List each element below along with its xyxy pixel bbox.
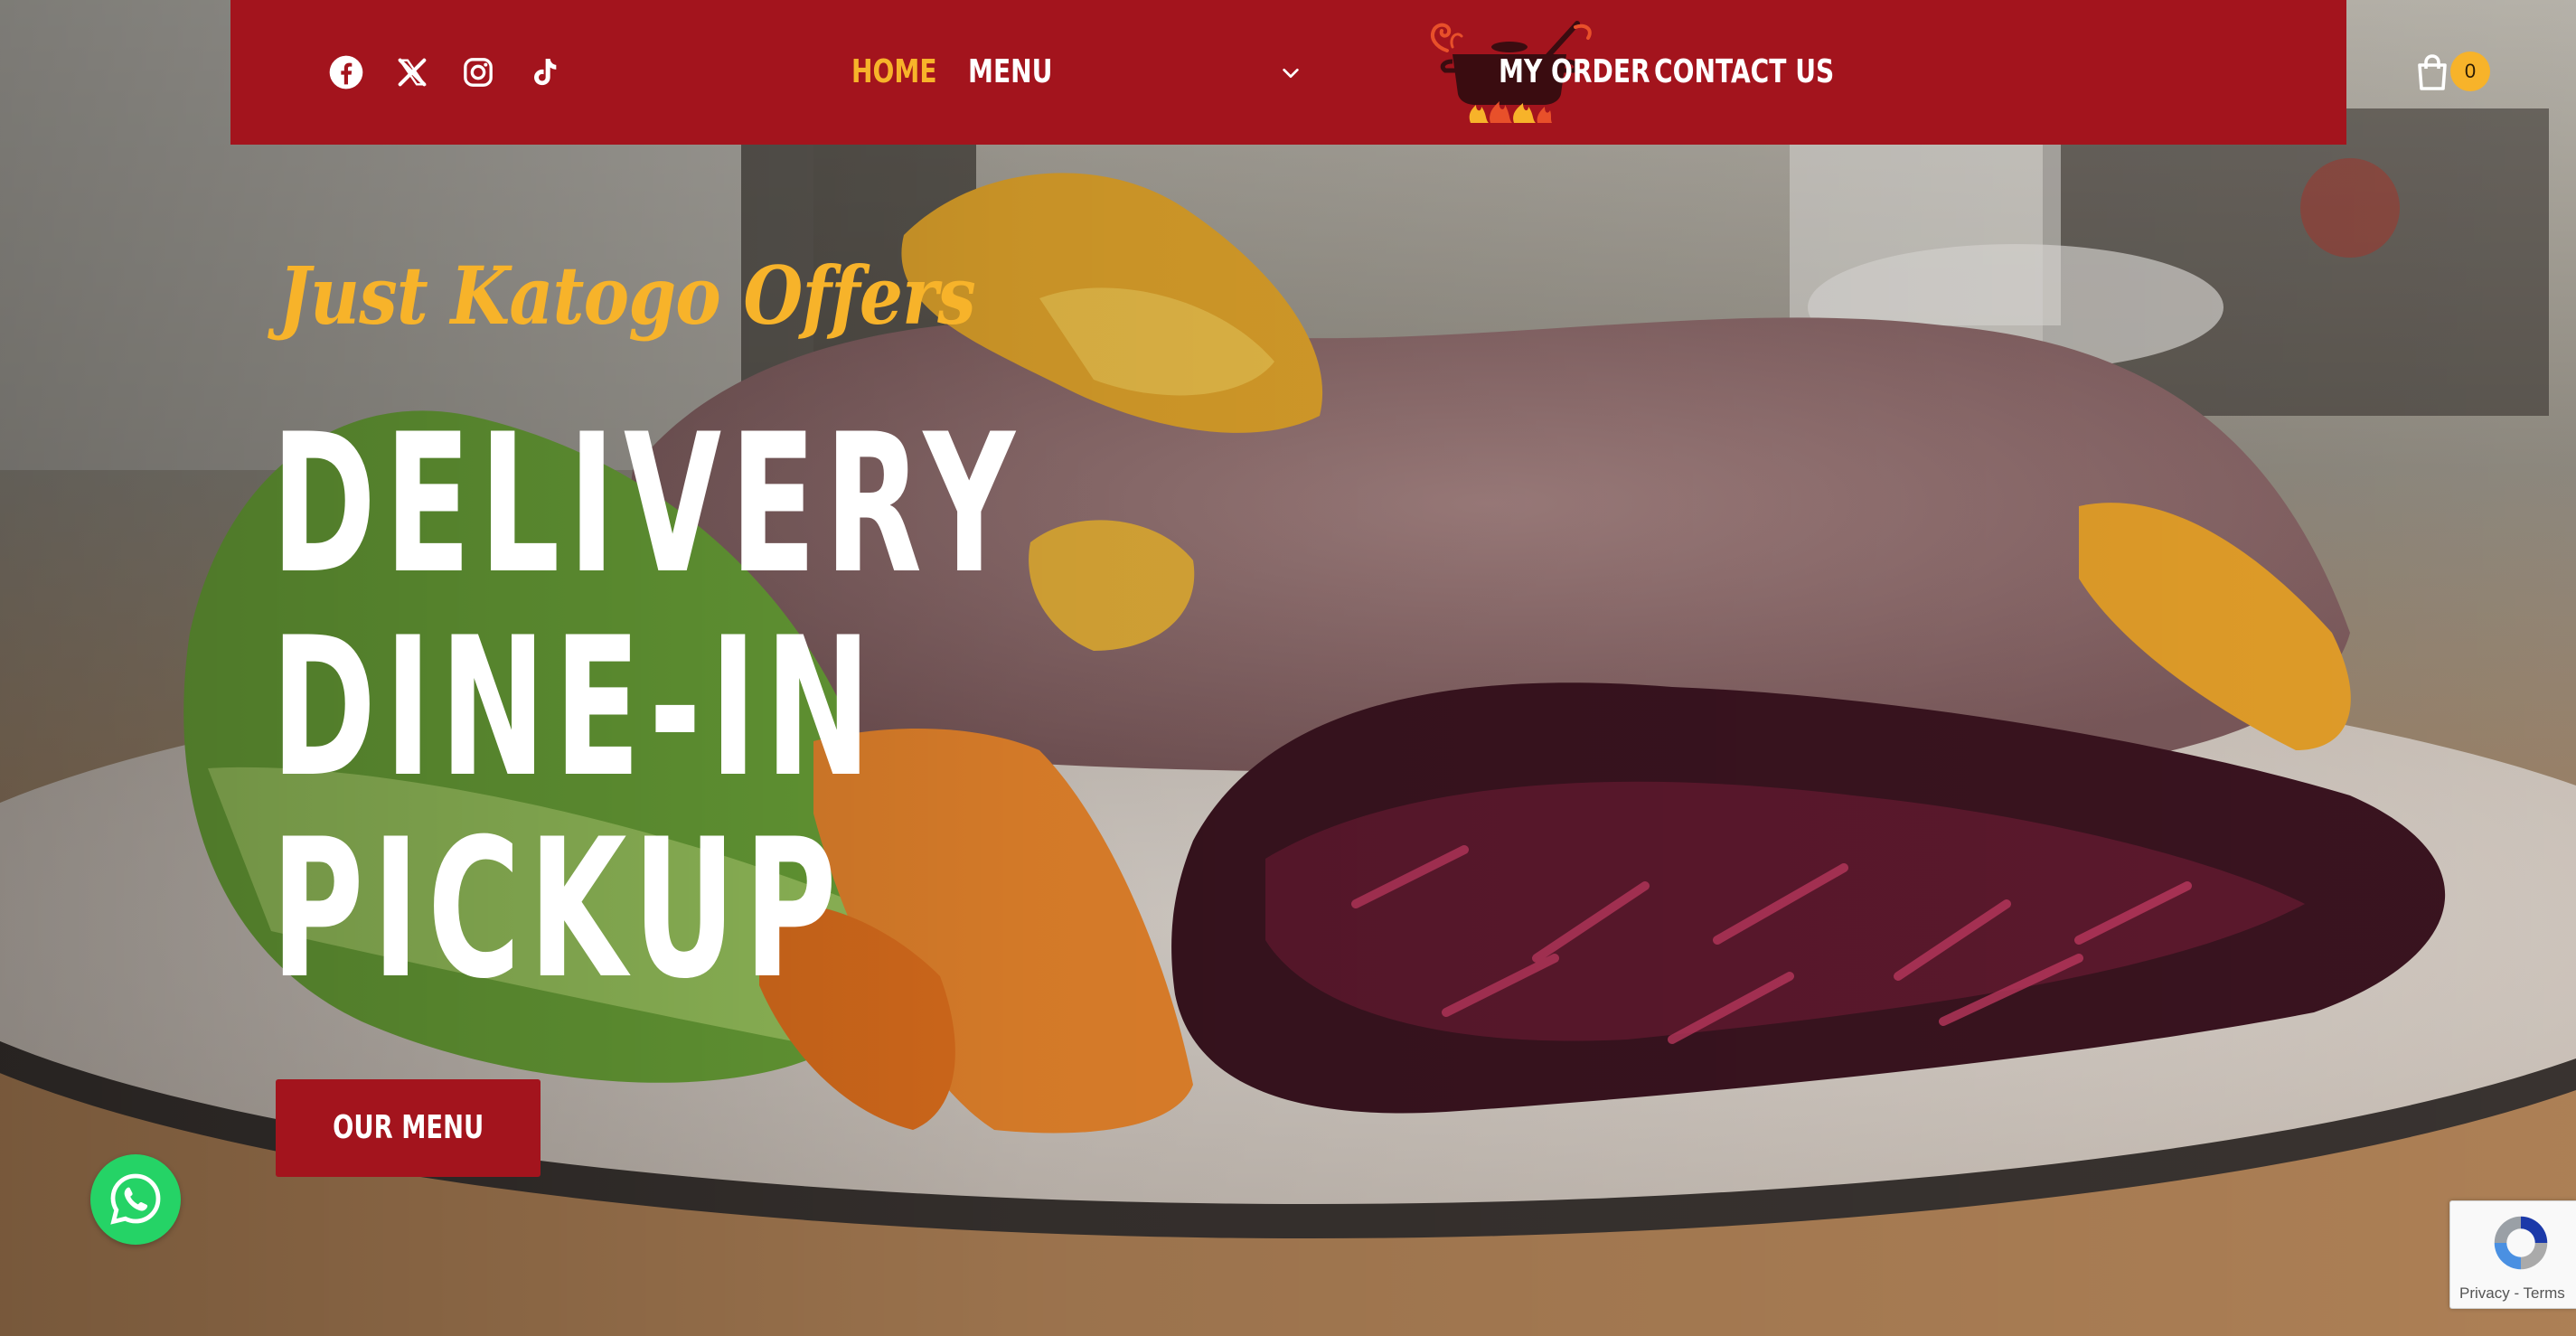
hero-line-dine-in: DINE-IN [271,596,879,819]
nav-home[interactable]: HOME [851,45,937,99]
site-header: HOME MENU MY ORDER CONTACT US 0 [230,0,2490,145]
whatsapp-icon [110,1173,161,1225]
nav-menu[interactable]: MENU [968,45,1052,99]
nav-contact-us[interactable]: CONTACT US [1654,45,1834,99]
facebook-icon[interactable] [324,51,368,94]
cart-count-badge[interactable]: 0 [2450,52,2490,91]
tiktok-icon[interactable] [522,51,566,94]
whatsapp-button[interactable] [90,1154,181,1245]
hero-line-delivery: DELIVERY [271,392,1024,616]
recaptcha-badge[interactable]: Privacy - Terms [2449,1200,2576,1309]
chevron-down-icon[interactable] [1281,63,1301,83]
our-menu-button-label: OUR MENU [333,1109,484,1146]
x-twitter-icon[interactable] [390,51,434,94]
hero-line-pickup: PICKUP [271,797,845,1021]
shopping-bag-icon[interactable] [2411,51,2454,94]
instagram-icon[interactable] [456,51,500,94]
our-menu-button[interactable]: OUR MENU [276,1079,541,1177]
recaptcha-privacy-terms[interactable]: Privacy - Terms [2459,1284,2565,1303]
recaptcha-icon [2494,1216,2548,1270]
hero-tagline: Just Katogo Offers [278,249,976,343]
nav-my-order[interactable]: MY ORDER [1499,45,1650,99]
